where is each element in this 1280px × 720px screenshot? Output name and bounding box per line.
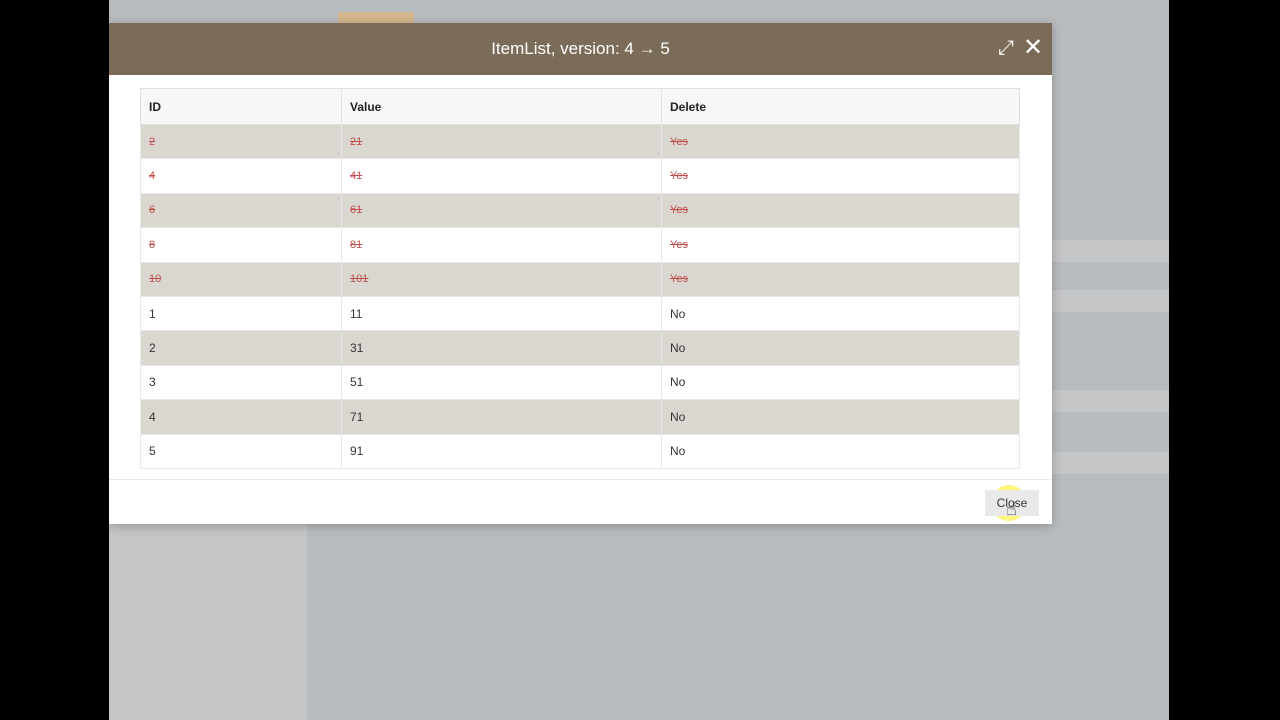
close-button[interactable]: Close <box>985 490 1039 516</box>
cell-value: 101 <box>341 261 662 297</box>
table-row: 2 31 No <box>140 330 1020 366</box>
cell-delete: No <box>661 433 1020 469</box>
background-strip <box>1052 390 1169 412</box>
cell-delete: No <box>661 399 1020 435</box>
cell-value: 41 <box>341 158 662 194</box>
cell-delete: Yes <box>661 227 1020 263</box>
background-panel <box>109 520 307 720</box>
cell-delete: Yes <box>661 261 1020 297</box>
cell-id: 6 <box>140 192 342 229</box>
table-header-row: ID Value Delete <box>140 88 1020 125</box>
background-strip <box>1052 290 1169 312</box>
table-row: 10 101 Yes <box>140 261 1020 297</box>
background-strip <box>1052 452 1169 474</box>
cell-value: 81 <box>341 227 662 263</box>
cell-delete: Yes <box>661 192 1020 229</box>
close-button-label: Close <box>996 496 1028 510</box>
cell-id: 4 <box>140 399 342 435</box>
table-row: 3 51 No <box>140 364 1020 401</box>
cell-id: 5 <box>140 433 342 469</box>
cell-delete: No <box>661 364 1020 401</box>
table-row: 4 41 Yes <box>140 158 1020 194</box>
column-header-value: Value <box>341 88 662 125</box>
table-row: 6 61 Yes <box>140 192 1020 229</box>
cell-delete: No <box>661 330 1020 366</box>
expand-icon[interactable]: ⤢ <box>995 37 1017 59</box>
table-row: 1 11 No <box>140 295 1020 332</box>
cell-id: 2 <box>140 123 342 160</box>
background-strip <box>1052 240 1169 262</box>
cell-delete: Yes <box>661 158 1020 194</box>
cell-id: 4 <box>140 158 342 194</box>
cell-id: 1 <box>140 295 342 332</box>
table-row: 5 91 No <box>140 433 1020 469</box>
column-header-delete: Delete <box>661 88 1020 125</box>
item-list-table: ID Value Delete 2 21 Yes 4 41 Yes 6 61 Yes 8 81 Yes… <box>140 88 1020 469</box>
cell-id: 8 <box>140 227 342 263</box>
cell-value: 71 <box>341 399 662 435</box>
close-icon[interactable]: ✕ <box>1022 36 1044 60</box>
table-row: 4 71 No <box>140 399 1020 435</box>
cell-value: 11 <box>341 295 662 332</box>
version-diff-dialog: ItemList, version: 4 → 5 ⤢ ✕ ID Value De… <box>109 23 1052 524</box>
cell-value: 91 <box>341 433 662 469</box>
cell-delete: Yes <box>661 123 1020 160</box>
footer-divider <box>109 479 1052 480</box>
cell-value: 31 <box>341 330 662 366</box>
dialog-header: ItemList, version: 4 → 5 ⤢ ✕ <box>109 23 1052 75</box>
cell-value: 61 <box>341 192 662 229</box>
table-row: 8 81 Yes <box>140 227 1020 263</box>
column-header-id: ID <box>140 88 342 125</box>
table-row: 2 21 Yes <box>140 123 1020 160</box>
cell-id: 2 <box>140 330 342 366</box>
cell-id: 3 <box>140 364 342 401</box>
dialog-title: ItemList, version: 4 → 5 <box>491 39 670 58</box>
cell-value: 51 <box>341 364 662 401</box>
cell-value: 21 <box>341 123 662 160</box>
cell-delete: No <box>661 295 1020 332</box>
cell-id: 10 <box>140 261 342 297</box>
